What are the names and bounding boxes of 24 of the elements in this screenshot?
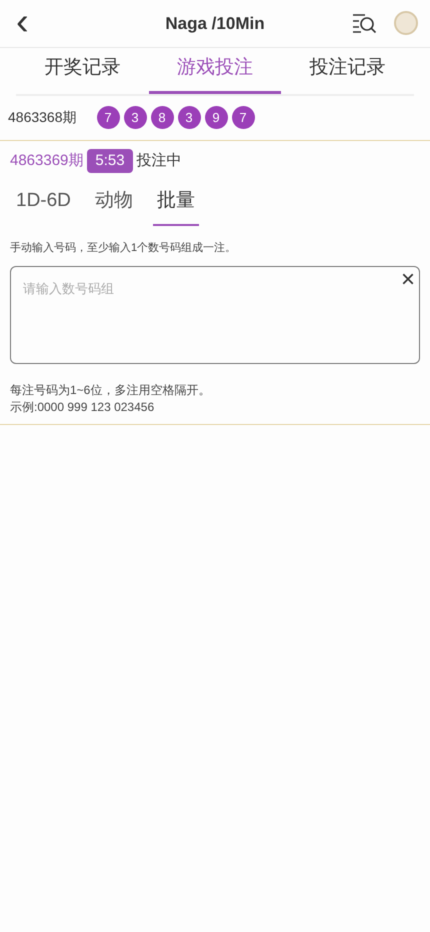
tab[interactable]: 游戏投注	[148, 48, 282, 94]
tab[interactable]: 开奖记录	[16, 48, 149, 94]
countdown-timer: 5:53	[87, 148, 133, 173]
result-ball: 7	[96, 106, 120, 129]
status-label: 投注中	[136, 150, 182, 170]
back-button[interactable]: ‹	[12, 6, 33, 38]
period-label: 4863369期	[10, 150, 84, 170]
result-ball: 3	[178, 106, 201, 129]
tab[interactable]: 1D-6D	[12, 183, 75, 226]
page-title: Naga /10Min	[165, 12, 265, 35]
tab[interactable]: 批量	[152, 183, 199, 226]
close-button[interactable]: ×	[396, 267, 419, 293]
note-text: 每注号码为1~6位，多注用空格隔开。	[10, 382, 212, 399]
result-ball: 7	[232, 106, 255, 129]
hint-text: 手动输入号码，至少输入1个数号码组成一注。	[9, 240, 238, 256]
period-label: 4863368期	[8, 108, 77, 127]
result-ball: 9	[204, 106, 228, 129]
input-field[interactable]: 请输入数号码组 ×	[10, 266, 420, 364]
tab[interactable]: 动物	[90, 183, 137, 226]
result-ball: 8	[150, 106, 174, 129]
note-text: 示例:0000 999 123 023456	[10, 399, 156, 416]
result-ball: 3	[124, 106, 147, 129]
search-list-icon[interactable]	[352, 12, 378, 34]
tab[interactable]: 投注记录	[281, 48, 414, 94]
